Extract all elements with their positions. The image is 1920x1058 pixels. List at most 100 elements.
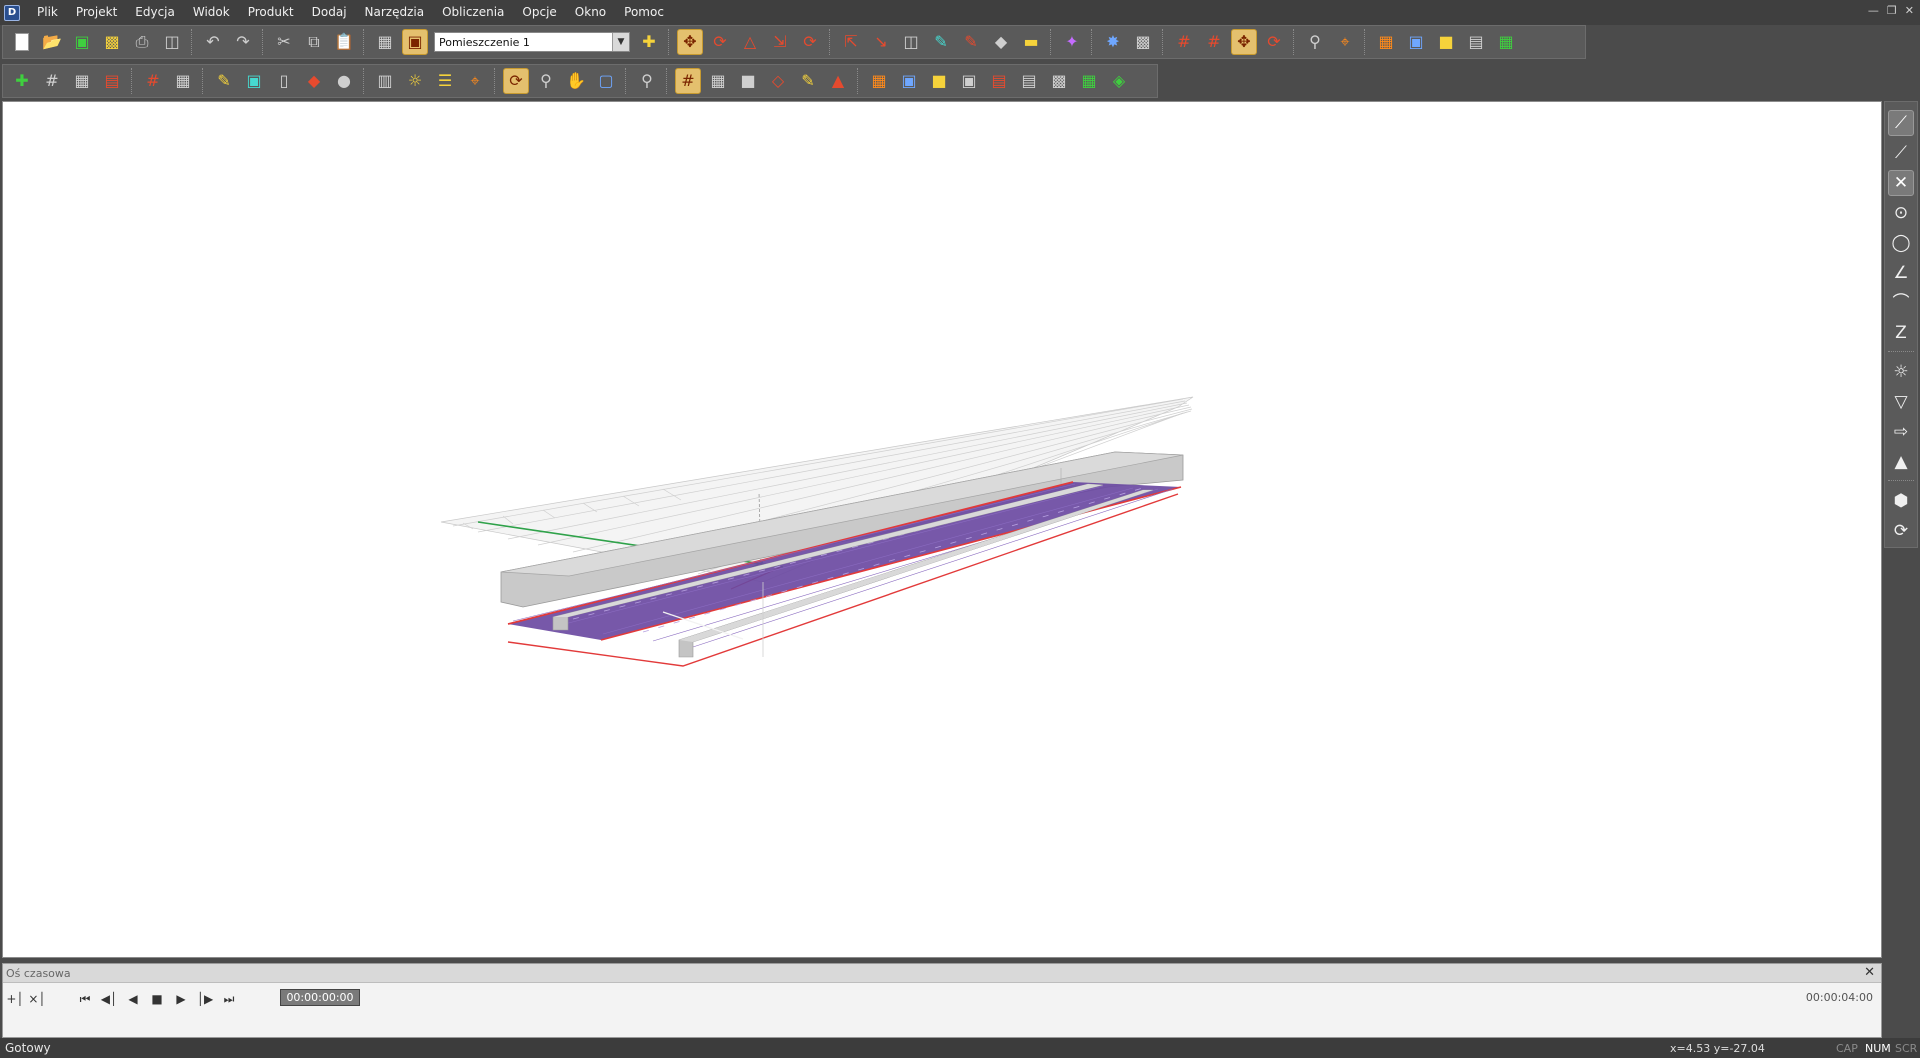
luminaire-icon[interactable]: ✸ xyxy=(1100,29,1126,55)
dimension-icon[interactable]: ↘ xyxy=(868,29,894,55)
last-frame-icon[interactable]: ⏭ xyxy=(219,989,239,1009)
table-icon[interactable]: ▦ xyxy=(170,68,196,94)
first-frame-icon[interactable]: ⏮ xyxy=(75,989,95,1009)
list-icon[interactable]: ☰ xyxy=(432,68,458,94)
menu-dodaj[interactable]: Dodaj xyxy=(303,0,356,25)
current-time-field[interactable]: 00:00:00:00 xyxy=(280,989,360,1006)
material-icon[interactable]: ◆ xyxy=(988,29,1014,55)
report-icon[interactable]: ▤ xyxy=(99,68,125,94)
next-frame-icon[interactable]: │▶ xyxy=(195,989,215,1009)
building-icon[interactable]: ▦ xyxy=(372,29,398,55)
scale-icon[interactable]: ⇲ xyxy=(767,29,793,55)
play-back-icon[interactable]: ◀ xyxy=(123,989,143,1009)
green-layout-icon[interactable]: ▦ xyxy=(1076,68,1102,94)
zoom-icon[interactable]: ⚲ xyxy=(533,68,559,94)
snap-grid-icon[interactable]: # xyxy=(1201,29,1227,55)
pan-icon[interactable]: ✋ xyxy=(563,68,589,94)
grid-icon[interactable]: # xyxy=(140,68,166,94)
paste-icon[interactable]: 📋 xyxy=(331,29,357,55)
calc-grid-icon[interactable]: ▲ xyxy=(825,68,851,94)
cut-icon[interactable]: ✂ xyxy=(271,29,297,55)
box-icon[interactable]: ◫ xyxy=(898,29,924,55)
calculate-icon[interactable]: ✦ xyxy=(1059,29,1085,55)
paint-icon[interactable]: ✎ xyxy=(928,29,954,55)
play-icon[interactable]: ▶ xyxy=(171,989,191,1009)
rotate-icon[interactable]: ⟳ xyxy=(707,29,733,55)
grid-icon[interactable]: # xyxy=(675,68,701,94)
menu-edycja[interactable]: Edycja xyxy=(126,0,184,25)
chevron-down-icon[interactable]: ▼ xyxy=(612,33,629,51)
menu-plik[interactable]: Plik xyxy=(28,0,67,25)
floor-plan-icon[interactable]: ▦ xyxy=(1373,29,1399,55)
refresh-icon[interactable]: ⟳ xyxy=(1888,518,1914,544)
grid-icon[interactable]: # xyxy=(39,68,65,94)
mirror-icon[interactable]: △ xyxy=(737,29,763,55)
circle-alt-icon[interactable]: ◯ xyxy=(1888,230,1914,256)
menu-obliczenia[interactable]: Obliczenia xyxy=(433,0,513,25)
new-file-icon[interactable] xyxy=(9,29,35,55)
floor-plan-icon[interactable]: ▦ xyxy=(705,68,731,94)
room-icon[interactable]: ▣ xyxy=(402,29,428,55)
pendant-icon[interactable]: ▲ xyxy=(1888,449,1914,475)
prev-frame-icon[interactable]: ◀│ xyxy=(99,989,119,1009)
add-keyframe-icon[interactable]: +│ xyxy=(5,989,25,1009)
view-side-icon[interactable]: ▣ xyxy=(956,68,982,94)
report-icon[interactable]: ▦ xyxy=(1493,29,1519,55)
menu-projekt[interactable]: Projekt xyxy=(67,0,126,25)
view-3d-icon[interactable]: ▣ xyxy=(1403,29,1429,55)
green-3d-icon[interactable]: ◈ xyxy=(1106,68,1132,94)
zoom-icon[interactable]: ⚲ xyxy=(1302,29,1328,55)
grid-icon[interactable]: # xyxy=(1171,29,1197,55)
move-icon[interactable]: ✥ xyxy=(1231,29,1257,55)
menu-opcje[interactable]: Opcje xyxy=(513,0,565,25)
door-icon[interactable]: ▯ xyxy=(271,68,297,94)
redo-icon[interactable]: ↷ xyxy=(230,29,256,55)
stamp-icon[interactable]: ▩ xyxy=(1046,68,1072,94)
document-icon[interactable]: ▤ xyxy=(1463,29,1489,55)
room-select[interactable]: Pomieszczenie 1 ▼ xyxy=(434,32,630,52)
orbit-icon[interactable]: ⟳ xyxy=(503,68,529,94)
surface-icon[interactable]: ◇ xyxy=(765,68,791,94)
3d-viewport[interactable] xyxy=(2,101,1882,958)
save-icon[interactable]: ▣ xyxy=(69,29,95,55)
document-icon[interactable]: ▤ xyxy=(1016,68,1042,94)
wall-icon[interactable]: ■ xyxy=(735,68,761,94)
plane-icon[interactable]: ◆ xyxy=(301,68,327,94)
box-icon[interactable]: ▣ xyxy=(241,68,267,94)
copy-icon[interactable]: ⧉ xyxy=(301,29,327,55)
view-front-icon[interactable]: ■ xyxy=(1433,29,1459,55)
spot-icon[interactable]: ⇨ xyxy=(1888,419,1914,445)
select-icon[interactable]: ⇱ xyxy=(838,29,864,55)
cube-icon[interactable]: ⬢ xyxy=(1888,488,1914,514)
color-icon[interactable]: ✎ xyxy=(958,29,984,55)
lamp-icon[interactable]: ▽ xyxy=(1888,389,1914,415)
layout-icon[interactable]: ▦ xyxy=(866,68,892,94)
luminaire-icon[interactable]: ☼ xyxy=(1888,359,1914,385)
move-icon[interactable]: ✥ xyxy=(677,29,703,55)
minimize-icon[interactable]: — xyxy=(1868,4,1879,17)
array-icon[interactable]: ⟳ xyxy=(797,29,823,55)
close-icon[interactable]: ✕ xyxy=(1864,965,1875,980)
export-icon[interactable]: ▤ xyxy=(986,68,1012,94)
undo-icon[interactable]: ↶ xyxy=(200,29,226,55)
view-3d-icon[interactable]: ▣ xyxy=(896,68,922,94)
layout-icon[interactable]: ⌖ xyxy=(1332,29,1358,55)
open-icon[interactable]: 📂 xyxy=(39,29,65,55)
rotate-icon[interactable]: ⟳ xyxy=(1261,29,1287,55)
pen-icon[interactable]: ✎ xyxy=(211,68,237,94)
remove-keyframe-icon[interactable]: ×│ xyxy=(27,989,47,1009)
stop-icon[interactable]: ■ xyxy=(147,989,167,1009)
menu-widok[interactable]: Widok xyxy=(184,0,239,25)
print-preview-icon[interactable]: ◫ xyxy=(159,29,185,55)
menu-narzedzia[interactable]: Narzędzia xyxy=(356,0,434,25)
view-top-icon[interactable]: ■ xyxy=(926,68,952,94)
print-icon[interactable]: ⎙ xyxy=(129,29,155,55)
restore-icon[interactable]: ❐ xyxy=(1887,4,1897,17)
close-icon[interactable]: ✕ xyxy=(1905,4,1914,17)
arc-icon[interactable]: ⌒ xyxy=(1888,290,1914,316)
light-icon[interactable]: ✎ xyxy=(795,68,821,94)
layers-icon[interactable]: ▦ xyxy=(69,68,95,94)
menu-okno[interactable]: Okno xyxy=(566,0,615,25)
zigzag-icon[interactable]: Z xyxy=(1888,320,1914,346)
menu-produkt[interactable]: Produkt xyxy=(239,0,303,25)
